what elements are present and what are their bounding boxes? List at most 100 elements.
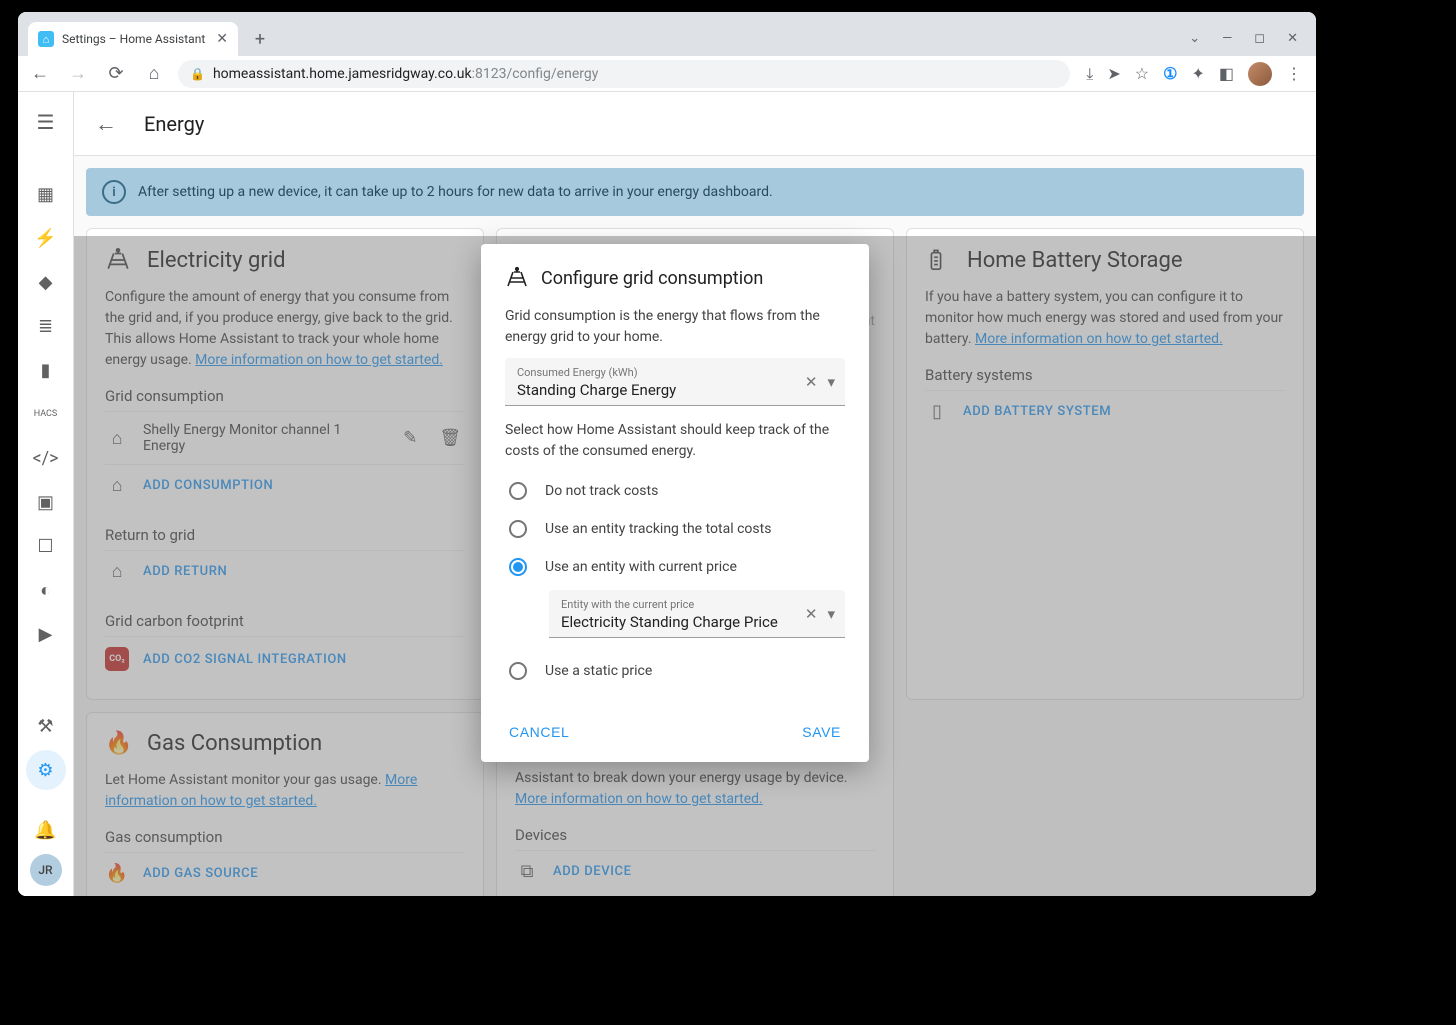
add-gas-button[interactable]: ADD GAS SOURCE	[143, 866, 258, 881]
section-return-grid: Return to grid	[105, 526, 465, 544]
add-gas-row[interactable]: 🔥 ADD GAS SOURCE	[105, 852, 465, 894]
rail-map-icon[interactable]: ◆	[26, 262, 66, 302]
rail-notifications-icon[interactable]: 🔔	[26, 810, 66, 850]
add-return-row[interactable]: ⌂ ADD RETURN	[105, 550, 465, 592]
add-return-button[interactable]: ADD RETURN	[143, 564, 227, 579]
star-icon[interactable]: ☆	[1135, 64, 1149, 83]
close-window-icon[interactable]: ✕	[1287, 31, 1298, 46]
add-device-row[interactable]: ⧉ ADD DEVICE	[515, 850, 875, 892]
more-info-link[interactable]: More information on how to get started.	[975, 331, 1223, 347]
reload-icon[interactable]: ⟳	[102, 60, 130, 88]
add-device-button[interactable]: ADD DEVICE	[553, 864, 632, 879]
browser-tab[interactable]: ⌂ Settings – Home Assistant ✕	[28, 22, 238, 56]
card-title: Gas Consumption	[147, 731, 322, 756]
card-desc: Configure the amount of energy that you …	[105, 287, 465, 371]
url-text: homeassistant.home.jamesridgway.co.uk:81…	[213, 66, 598, 82]
more-info-link[interactable]: More information on how to get started.	[515, 791, 763, 807]
info-banner: i After setting up a new device, it can …	[86, 168, 1304, 216]
rail-play-icon[interactable]: ▶	[26, 614, 66, 654]
address-bar: ← → ⟳ ⌂ 🔒 homeassistant.home.jamesridgwa…	[18, 56, 1316, 92]
home-export-icon: ⌂	[105, 561, 129, 582]
dropdown-icon[interactable]: ▾	[827, 605, 835, 623]
save-button[interactable]: SAVE	[798, 718, 845, 746]
rail-energy-icon[interactable]: ⚡	[26, 218, 66, 258]
radio-label: Use an entity tracking the total costs	[545, 521, 771, 537]
tab-strip: ⌂ Settings – Home Assistant ✕ + ⌄ — ◻ ✕	[18, 12, 1316, 56]
sidepanel-icon[interactable]: ◧	[1219, 64, 1234, 83]
fire-icon: 🔥	[105, 731, 133, 756]
menu-icon[interactable]: ⋮	[1286, 64, 1302, 83]
install-icon[interactable]: ⤓	[1086, 64, 1093, 84]
new-tab-button[interactable]: +	[246, 25, 274, 53]
rail-dashboard-icon[interactable]: ▦	[26, 174, 66, 214]
back-button[interactable]: ←	[86, 104, 126, 144]
page-title: Energy	[144, 112, 204, 136]
nav-back-icon[interactable]: ←	[26, 60, 54, 88]
minimize-icon[interactable]: —	[1222, 31, 1232, 46]
rail-media-icon[interactable]: ◐	[26, 570, 66, 610]
hamburger-icon[interactable]: ☰	[26, 102, 66, 142]
home-import-icon: ⌂	[105, 475, 129, 496]
add-consumption-button[interactable]: ADD CONSUMPTION	[143, 478, 273, 493]
consumed-energy-field[interactable]: Consumed Energy (kWh) Standing Charge En…	[505, 358, 845, 406]
url-field[interactable]: 🔒 homeassistant.home.jamesridgway.co.uk:…	[178, 60, 1070, 88]
field-label: Entity with the current price	[561, 598, 833, 611]
rail-vscode-icon[interactable]: </>	[26, 438, 66, 478]
price-entity-field[interactable]: Entity with the current price Electricit…	[549, 590, 845, 638]
send-icon[interactable]: ➤	[1107, 64, 1120, 83]
chevron-down-icon[interactable]: ⌄	[1189, 31, 1200, 46]
card-desc: If you have a battery system, you can co…	[925, 287, 1285, 350]
extensions-icon[interactable]: ✦	[1191, 64, 1204, 83]
section-gas-consumption: Gas consumption	[105, 828, 465, 846]
tab-title: Settings – Home Assistant	[62, 32, 205, 46]
add-consumption-row[interactable]: ⌂ ADD CONSUMPTION	[105, 464, 465, 506]
info-text: After setting up a new device, it can ta…	[138, 184, 773, 200]
radio-icon	[509, 662, 527, 680]
close-tab-icon[interactable]: ✕	[216, 31, 228, 47]
nav-forward-icon[interactable]: →	[64, 60, 92, 88]
rail-calendar-icon[interactable]: ☐	[26, 526, 66, 566]
rail-devtools-icon[interactable]: ⚒	[26, 706, 66, 746]
favicon-icon: ⌂	[38, 31, 54, 47]
edit-icon[interactable]: ✎	[399, 424, 421, 452]
onepassword-icon[interactable]: ①	[1163, 64, 1177, 83]
radio-entity-current-price[interactable]: Use an entity with current price	[505, 548, 845, 586]
add-co2-button[interactable]: ADD CO2 SIGNAL INTEGRATION	[143, 652, 347, 667]
home-icon[interactable]: ⌂	[140, 60, 168, 88]
add-battery-row[interactable]: ▯ ADD BATTERY SYSTEM	[925, 390, 1285, 432]
radio-label: Use a static price	[545, 663, 652, 679]
rail-history-icon[interactable]: ▮	[26, 350, 66, 390]
maximize-icon[interactable]: ◻	[1254, 31, 1265, 46]
radio-icon	[509, 482, 527, 500]
clear-icon[interactable]: ✕	[805, 605, 818, 623]
clear-icon[interactable]: ✕	[805, 373, 818, 391]
add-battery-button[interactable]: ADD BATTERY SYSTEM	[963, 404, 1111, 419]
sidebar-rail: ☰ ▦ ⚡ ◆ ≣ ▮ HACS </> ▣ ☐ ◐ ▶ ⚒ ⚙ 🔔 JR	[18, 92, 74, 896]
card-title: Home Battery Storage	[967, 248, 1183, 273]
rail-hacs-icon[interactable]: HACS	[26, 394, 66, 434]
rail-terminal-icon[interactable]: ▣	[26, 482, 66, 522]
card-gas: 🔥 Gas Consumption Let Home Assistant mon…	[86, 712, 484, 896]
info-icon: i	[102, 180, 126, 204]
add-co2-row[interactable]: CO₂ ADD CO2 SIGNAL INTEGRATION	[105, 636, 465, 681]
topbar: ← Energy	[74, 92, 1316, 156]
pylon-icon	[505, 266, 529, 290]
dropdown-icon[interactable]: ▾	[827, 373, 835, 391]
rail-user-badge[interactable]: JR	[30, 854, 62, 886]
section-carbon-footprint: Grid carbon footprint	[105, 612, 465, 630]
dialog-configure-grid-consumption: Configure grid consumption Grid consumpt…	[481, 244, 869, 762]
radio-entity-total[interactable]: Use an entity tracking the total costs	[505, 510, 845, 548]
more-info-link[interactable]: More information on how to get started.	[195, 352, 443, 368]
devices-icon: ⧉	[515, 861, 539, 882]
battery-icon: ▯	[925, 401, 949, 422]
profile-avatar[interactable]	[1248, 62, 1272, 86]
cancel-button[interactable]: CANCEL	[505, 718, 573, 746]
dialog-intro: Grid consumption is the energy that flow…	[505, 306, 845, 348]
radio-static-price[interactable]: Use a static price	[505, 652, 845, 690]
rail-logbook-icon[interactable]: ≣	[26, 306, 66, 346]
radio-icon	[509, 558, 527, 576]
radio-no-track[interactable]: Do not track costs	[505, 472, 845, 510]
rail-settings-icon[interactable]: ⚙	[26, 750, 66, 790]
delete-icon[interactable]: 🗑	[435, 424, 465, 452]
fire-icon: 🔥	[105, 863, 129, 884]
